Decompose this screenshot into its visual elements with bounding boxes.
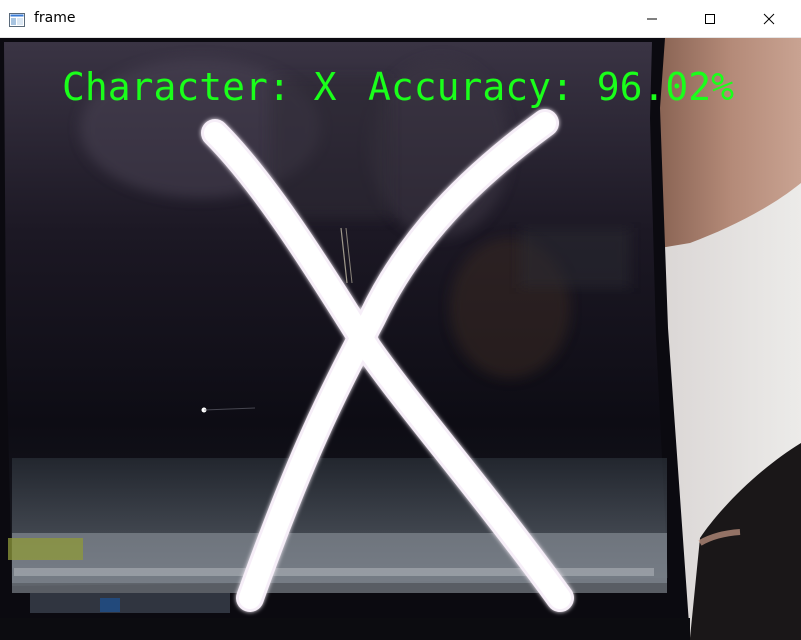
window-title: frame [34,10,76,26]
minimize-icon [646,13,658,25]
maximize-button[interactable] [681,0,739,38]
close-button[interactable] [740,0,798,38]
webcam-image [0,38,801,640]
close-icon [763,13,775,25]
app-window: frame Character: X Accuracy: 96.02% [0,0,801,640]
maximize-icon [704,13,716,25]
recognized-character-label: Character: X [62,65,337,109]
title-bar[interactable]: frame [0,0,801,38]
accuracy-label: Accuracy: 96.02% [368,65,735,109]
minimize-button[interactable] [623,0,681,38]
camera-frame: Character: X Accuracy: 96.02% [0,38,801,640]
app-window-icon [9,12,25,27]
